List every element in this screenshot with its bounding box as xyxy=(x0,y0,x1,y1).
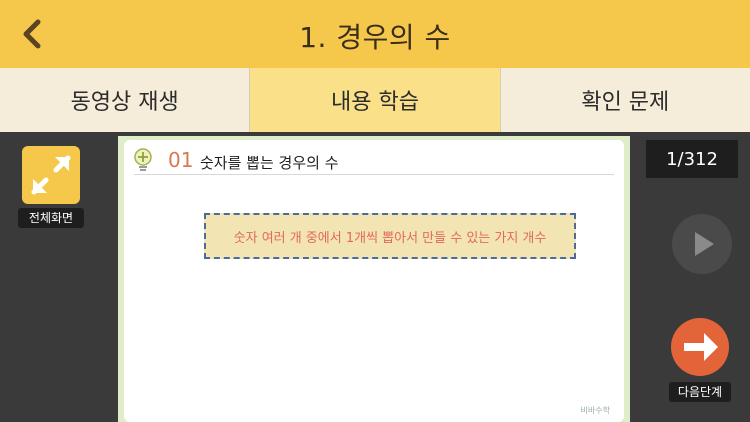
publisher-watermark: 비바수학 xyxy=(580,406,610,415)
expand-arrows-icon xyxy=(31,155,71,195)
next-step-button[interactable] xyxy=(671,318,729,376)
fullscreen-button[interactable] xyxy=(22,146,80,204)
play-button[interactable] xyxy=(672,214,732,274)
section-title: 숫자를 뽑는 경우의 수 xyxy=(200,154,339,172)
tab-content-study[interactable]: 내용 학습 xyxy=(250,68,501,132)
tab-video-play[interactable]: 동영상 재생 xyxy=(0,68,251,132)
page-indicator: 1/312 xyxy=(646,140,738,178)
next-step-label: 다음단계 xyxy=(669,382,731,402)
callout-text: 숫자 여러 개 중에서 1개씩 뽑아서 만들 수 있는 가지 개수 xyxy=(233,230,547,246)
tab-bar: 동영상 재생 내용 학습 확인 문제 xyxy=(0,68,750,132)
play-icon xyxy=(695,232,714,256)
tab-check-quiz[interactable]: 확인 문제 xyxy=(500,68,750,132)
content-card: 01 숫자를 뽑는 경우의 수 숫자 여러 개 중에서 1개씩 뽑아서 만들 수… xyxy=(124,140,624,422)
definition-callout: 숫자 여러 개 중에서 1개씩 뽑아서 만들 수 있는 가지 개수 xyxy=(204,213,576,259)
fullscreen-label: 전체화면 xyxy=(18,208,84,228)
content-panel: 01 숫자를 뽑는 경우의 수 숫자 여러 개 중에서 1개씩 뽑아서 만들 수… xyxy=(118,136,630,422)
arrow-right-icon xyxy=(684,333,718,361)
lightbulb-icon xyxy=(134,148,152,171)
header-bar: 1. 경우의 수 xyxy=(0,0,750,68)
section-number: 01 xyxy=(168,148,194,172)
page-title: 1. 경우의 수 xyxy=(299,21,451,54)
section-divider xyxy=(134,174,614,175)
